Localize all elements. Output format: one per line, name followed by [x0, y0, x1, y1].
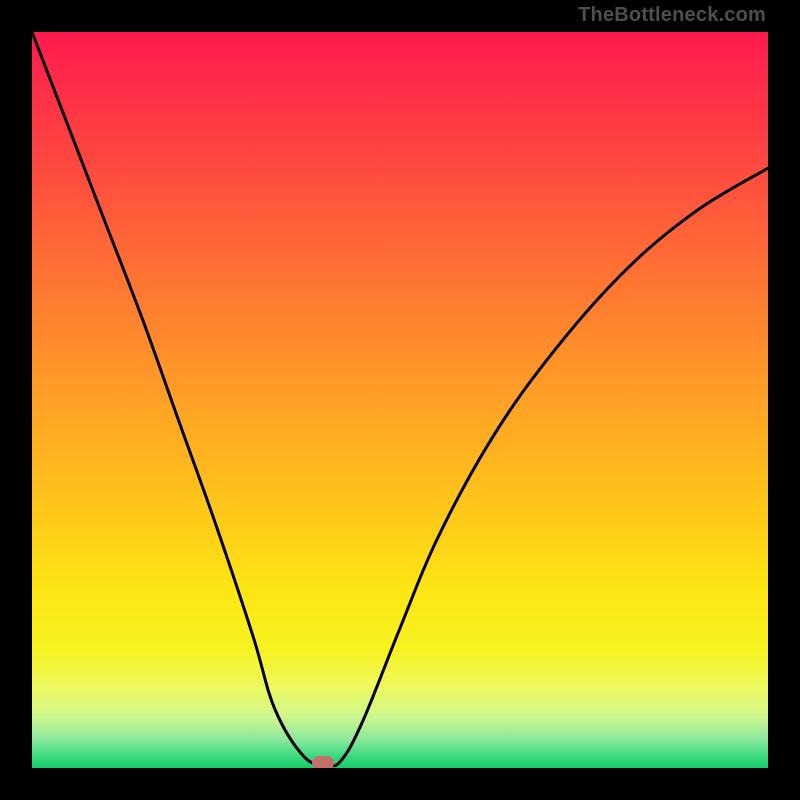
- bottleneck-curve: [32, 32, 768, 766]
- minimum-marker: [312, 756, 334, 768]
- plot-area: [32, 32, 768, 768]
- chart-frame: TheBottleneck.com: [0, 0, 800, 800]
- watermark-text: TheBottleneck.com: [578, 4, 766, 27]
- curve-layer: [32, 32, 768, 768]
